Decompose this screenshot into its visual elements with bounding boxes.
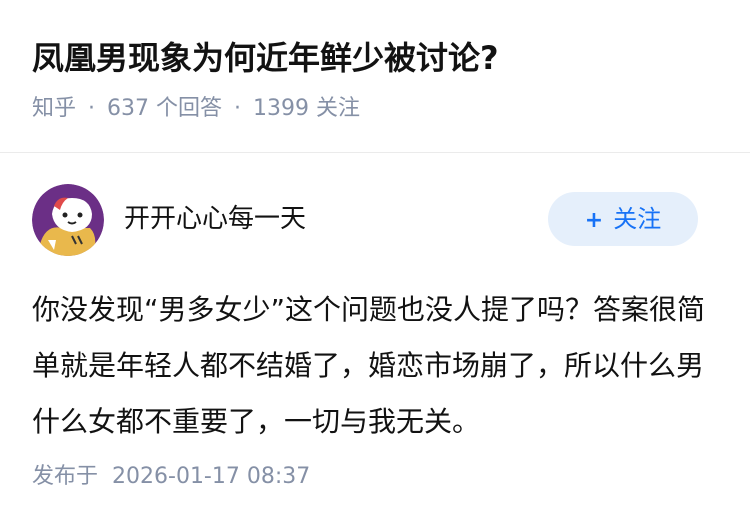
separator-dot: · bbox=[234, 96, 242, 121]
follower-count: 1399 bbox=[253, 96, 310, 121]
answer-content: 你没发现“男多女少”这个问题也没人提了吗？答案很简单就是年轻人都不结婚了，婚恋市… bbox=[32, 282, 722, 450]
question-title[interactable]: 凤凰男现象为何近年鲜少被讨论? bbox=[32, 36, 499, 80]
question-header: 凤凰男现象为何近年鲜少被讨论? 知乎 · 637 个回答 · 1399 关注 bbox=[0, 0, 750, 153]
cartoon-avatar-icon bbox=[32, 184, 104, 256]
plus-icon: + bbox=[584, 208, 604, 233]
answer-count: 637 bbox=[107, 96, 150, 121]
follow-button-label: 关注 bbox=[613, 205, 662, 233]
separator-dot: · bbox=[88, 96, 96, 121]
answer-count-label: 个回答 bbox=[156, 96, 223, 121]
answer-author: 开开心心每一天 + 关注 bbox=[32, 182, 718, 256]
source-label[interactable]: 知乎 bbox=[32, 96, 76, 121]
question-meta: 知乎 · 637 个回答 · 1399 关注 bbox=[32, 94, 360, 124]
author-name[interactable]: 开开心心每一天 bbox=[124, 202, 306, 236]
answer-time: 发布于 2026-01-17 08:37 bbox=[32, 462, 310, 492]
avatar[interactable] bbox=[32, 184, 104, 256]
follow-button[interactable]: + 关注 bbox=[548, 192, 698, 246]
published-time: 2026-01-17 08:37 bbox=[112, 464, 311, 489]
follower-count-label: 关注 bbox=[316, 96, 361, 121]
answer-text: 你没发现“男多女少”这个问题也没人提了吗？答案很简单就是年轻人都不结婚了，婚恋市… bbox=[32, 293, 706, 438]
published-label: 发布于 bbox=[32, 464, 99, 489]
